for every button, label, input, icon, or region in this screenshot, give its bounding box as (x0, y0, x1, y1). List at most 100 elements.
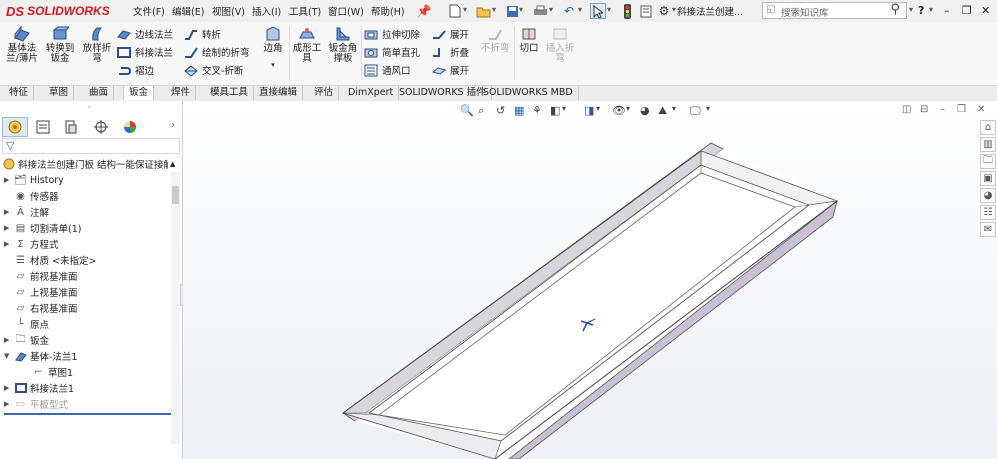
rebuild-traffic-light-icon[interactable] (619, 3, 635, 19)
appearances-scenes-icon[interactable]: ◕ (980, 188, 996, 203)
display-manager-tab-icon[interactable] (117, 117, 143, 137)
configuration-manager-tab-icon[interactable] (58, 117, 84, 137)
tree-item-material[interactable]: ☰ 材质 <未指定> (4, 252, 96, 268)
chevron-down-icon[interactable]: ▾ (271, 60, 275, 70)
menu-tools[interactable]: 工具(T) (289, 4, 321, 18)
minimize-button[interactable]: – (944, 4, 950, 17)
chevron-down-icon[interactable]: ▾ (549, 5, 553, 14)
tab-dimxpert[interactable]: DimXpert (343, 86, 400, 100)
open-folder-icon[interactable] (475, 3, 491, 19)
corners-button[interactable]: 边角 ▾ (259, 25, 287, 70)
tab-evaluate[interactable]: 评估 (309, 86, 340, 100)
chevron-down-icon[interactable]: ▾ (672, 5, 676, 14)
search-box[interactable]: ◱ 搜索知识库 ⚲ (762, 2, 907, 19)
flatten-button[interactable]: 展开 (431, 62, 469, 78)
menu-help[interactable]: 帮助(H) (371, 4, 405, 18)
sketched-bend-button[interactable]: 绘制的折弯 (184, 44, 250, 60)
forming-tool-button[interactable]: 成形工 具 (290, 25, 324, 64)
tree-item-cut-list[interactable]: ▶ ▤ 切割清单(1) (4, 220, 81, 236)
tree-item-top-plane[interactable]: ▱ 上视基准面 (4, 284, 78, 300)
property-manager-tab-icon[interactable] (30, 117, 56, 137)
chevron-right-icon[interactable]: › (171, 120, 175, 131)
chevron-up-icon[interactable]: ▲ (170, 160, 175, 168)
menu-edit[interactable]: 编辑(E) (172, 4, 204, 18)
chevron-down-icon[interactable]: ▾ (929, 5, 933, 14)
tree-item-front-plane[interactable]: ▱ 前视基准面 (4, 268, 78, 284)
custom-properties-icon[interactable]: ☷ (980, 205, 996, 220)
select-pointer-icon[interactable] (590, 3, 606, 19)
tab-sketch[interactable]: 草图 (44, 86, 75, 100)
menu-view[interactable]: 视图(V) (212, 4, 245, 18)
tree-item-flat-pattern[interactable]: ▶ ▭ 平板型式 (4, 396, 68, 412)
filter-icon[interactable]: ▽ (6, 139, 14, 152)
chevron-right-icon[interactable]: ▶ (4, 400, 14, 408)
menu-insert[interactable]: 插入(I) (252, 4, 281, 18)
scrollbar-thumb[interactable] (172, 186, 179, 204)
print-icon[interactable] (532, 3, 548, 19)
solidworks-logo[interactable]: DS SOLIDWORKS (6, 2, 110, 20)
cross-break-button[interactable]: 交叉-折断 (184, 62, 243, 78)
options-gear-icon[interactable]: ⚙ (656, 3, 672, 19)
chevron-right-icon[interactable]: ▶ (4, 224, 14, 232)
panel-grip-icon[interactable]: ◦ (87, 103, 92, 112)
chevron-right-icon[interactable]: ▶ (4, 336, 14, 344)
design-library-icon[interactable]: ▥ (980, 137, 996, 152)
tree-root-part[interactable]: 斜接法兰创建门板 结构一能保证接触面 ▲ (2, 156, 180, 172)
close-button[interactable]: ✕ (981, 4, 990, 17)
no-bends-button[interactable]: 不折弯 (478, 25, 512, 54)
chevron-down-icon[interactable]: ▾ (492, 5, 496, 14)
tree-item-sketch1[interactable]: ⌐ 草图1 (22, 364, 73, 380)
tree-item-origin[interactable]: └ 原点 (4, 316, 49, 332)
solidworks-resources-icon[interactable]: ⌂ (980, 120, 996, 135)
undo-icon[interactable]: ↶ (561, 3, 577, 19)
chevron-right-icon[interactable]: ▶ (4, 176, 14, 184)
feature-manager-tab-icon[interactable] (2, 117, 28, 137)
view-palette-icon[interactable]: ▣ (980, 171, 996, 186)
tab-sheet-metal[interactable]: 钣金 (123, 86, 155, 100)
sheetmetal-gusset-button[interactable]: 钣金角 撑板 (325, 25, 361, 64)
miter-flange-button[interactable]: 斜接法兰 (117, 44, 173, 60)
model-tray[interactable] (183, 101, 997, 459)
rip-button[interactable]: 切口 (516, 25, 542, 54)
save-icon[interactable] (504, 3, 520, 19)
dimxpert-manager-tab-icon[interactable] (88, 117, 114, 137)
edge-flange-button[interactable]: 边线法兰 (117, 26, 173, 42)
menu-file[interactable]: 文件(F) (133, 4, 165, 18)
chevron-down-icon[interactable]: ▾ (463, 5, 467, 14)
tab-weldments[interactable]: 焊件 (166, 86, 197, 100)
tree-item-base-flange1[interactable]: ▼ 基体-法兰1 (4, 348, 77, 364)
restore-button[interactable]: ❐ (962, 4, 972, 17)
pin-icon[interactable]: 📌 (416, 3, 432, 19)
chevron-down-icon[interactable]: ▾ (607, 5, 611, 14)
file-explorer-icon[interactable]: 🗀 (980, 154, 996, 169)
tab-mold-tools[interactable]: 模具工具 (205, 86, 255, 100)
jog-button[interactable]: 转折 (184, 26, 221, 42)
forum-icon[interactable]: ✉ (980, 222, 996, 237)
chevron-down-icon[interactable]: ▾ (909, 5, 913, 14)
lofted-bend-button[interactable]: 放样折 弯 (80, 25, 114, 64)
menu-window[interactable]: 窗口(W) (328, 4, 364, 18)
base-flange-button[interactable]: 基体法 兰/薄片 (4, 25, 40, 64)
file-properties-icon[interactable] (638, 3, 654, 19)
chevron-right-icon[interactable]: ▶ (4, 384, 14, 392)
tab-features[interactable]: 特征 (4, 86, 35, 100)
search-icon[interactable]: ⚲ (890, 2, 900, 17)
chevron-right-icon[interactable]: ▶ (4, 240, 14, 248)
insert-bends-button[interactable]: 插入折 弯 (544, 25, 576, 64)
tab-direct-editing[interactable]: 直接编辑 (254, 86, 304, 100)
tab-surfaces[interactable]: 曲面 (84, 86, 115, 100)
tree-item-history[interactable]: ▶ 🗂 History (4, 172, 64, 188)
extruded-cut-button[interactable]: 拉伸切除 (364, 26, 420, 42)
rollback-bar[interactable] (4, 413, 171, 415)
help-button[interactable]: ? (918, 4, 924, 17)
chevron-down-icon[interactable]: ▼ (4, 352, 14, 360)
unfold-button[interactable]: 展开 (432, 26, 469, 42)
new-document-icon[interactable] (447, 3, 463, 19)
tree-item-equations[interactable]: ▶ Σ 方程式 (4, 236, 59, 252)
chevron-down-icon[interactable]: ▾ (519, 5, 523, 14)
tab-solidworks-mbd[interactable]: SOLIDWORKS MBD (478, 86, 579, 100)
chevron-down-icon[interactable]: ▾ (578, 5, 582, 14)
hem-button[interactable]: 褶边 (117, 62, 154, 78)
convert-to-sheetmetal-button[interactable]: 转换到 钣金 (42, 25, 78, 64)
tree-item-sheet-metal[interactable]: ▶ 🗀 钣金 (4, 332, 49, 348)
